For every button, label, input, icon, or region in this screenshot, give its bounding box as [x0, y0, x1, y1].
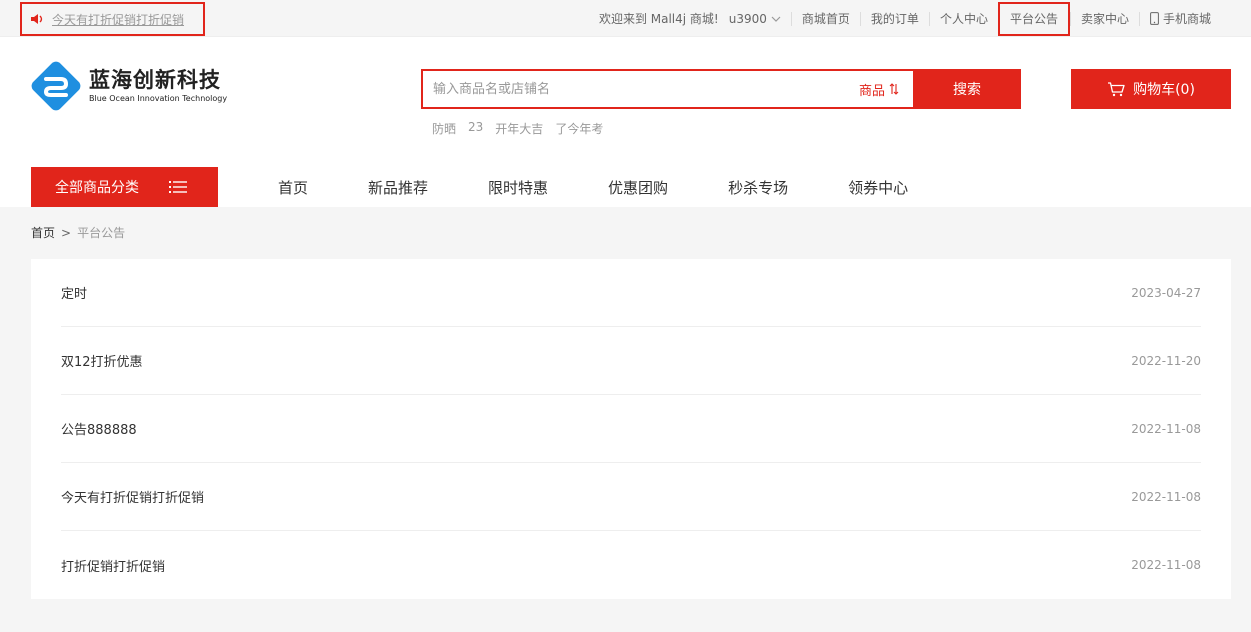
username[interactable]: u3900	[729, 12, 767, 26]
search-type-toggle[interactable]: 商品	[859, 80, 913, 99]
main-nav: 首页 新品推荐 限时特惠 优惠团购 秒杀专场 领券中心	[248, 167, 938, 207]
search-input[interactable]	[423, 71, 859, 107]
speaker-icon	[31, 14, 43, 24]
nav-new-products[interactable]: 新品推荐	[338, 177, 458, 198]
search-box: 商品	[421, 69, 913, 109]
list-item[interactable]: 今天有打折促销打折促销 2022-11-08	[61, 463, 1201, 531]
notice-title[interactable]: 打折促销打折促销	[61, 556, 165, 575]
hot-keywords: 防晒 23 开年大吉 了今年考	[432, 120, 615, 137]
logo-subtitle: Blue Ocean Innovation Technology	[89, 94, 228, 103]
chevron-down-icon[interactable]	[771, 14, 781, 24]
nav-group-buy[interactable]: 优惠团购	[578, 177, 698, 198]
notice-date: 2022-11-08	[1131, 421, 1201, 436]
top-links: 欢迎来到 Mall4j 商城! u3900 商城首页 我的订单 个人中心 平台公…	[589, 0, 1221, 37]
header: 蓝海创新科技 Blue Ocean Innovation Technology …	[0, 37, 1251, 207]
logo[interactable]: 蓝海创新科技 Blue Ocean Innovation Technology	[31, 61, 227, 111]
swap-icon	[889, 83, 899, 95]
notice-list: 定时 2023-04-27 双12打折优惠 2022-11-20 公告88888…	[31, 259, 1231, 599]
all-categories-button[interactable]: 全部商品分类	[31, 167, 218, 207]
list-item[interactable]: 打折促销打折促销 2022-11-08	[61, 531, 1201, 599]
list-item[interactable]: 定时 2023-04-27	[61, 259, 1201, 327]
notice-date: 2022-11-08	[1131, 489, 1201, 504]
notice-title[interactable]: 公告888888	[61, 419, 137, 438]
hot-keyword[interactable]: 开年大吉	[495, 120, 543, 137]
link-mobile-mall[interactable]: 手机商城	[1140, 10, 1221, 27]
notice-date: 2022-11-08	[1131, 558, 1201, 572]
link-platform-notice[interactable]: 平台公告	[997, 1, 1070, 36]
nav-limited-deals[interactable]: 限时特惠	[458, 177, 578, 198]
hot-keyword[interactable]: 23	[468, 120, 483, 137]
link-user-center[interactable]: 个人中心	[930, 10, 998, 27]
notice-title[interactable]: 双12打折优惠	[61, 351, 143, 370]
hot-keyword[interactable]: 了今年考	[555, 120, 603, 137]
cart-button[interactable]: 购物车(0)	[1071, 69, 1231, 109]
notice-title[interactable]: 今天有打折促销打折促销	[61, 487, 204, 506]
logo-text: 蓝海创新科技 Blue Ocean Innovation Technology	[89, 67, 227, 105]
logo-mark-icon	[31, 61, 81, 111]
breadcrumb: 首页 > 平台公告	[31, 224, 125, 241]
list-item[interactable]: 公告888888 2022-11-08	[61, 395, 1201, 463]
nav-flash-sale[interactable]: 秒杀专场	[698, 177, 818, 198]
notice-ticker[interactable]: 今天有打折促销打折促销	[20, 2, 205, 36]
search-button[interactable]: 搜索	[913, 69, 1021, 109]
notice-date: 2023-04-27	[1131, 285, 1201, 300]
notice-date: 2022-11-20	[1131, 353, 1201, 368]
nav-coupon-center[interactable]: 领券中心	[818, 177, 938, 198]
all-categories-label: 全部商品分类	[55, 180, 139, 196]
notice-title[interactable]: 定时	[61, 283, 87, 302]
cart-icon	[1108, 82, 1125, 97]
link-my-orders[interactable]: 我的订单	[861, 10, 929, 27]
nav-home[interactable]: 首页	[248, 177, 338, 198]
link-mall-home[interactable]: 商城首页	[792, 10, 860, 27]
hot-keyword[interactable]: 防晒	[432, 120, 456, 137]
breadcrumb-home[interactable]: 首页	[31, 224, 55, 241]
welcome-text: 欢迎来到 Mall4j 商城! u3900	[589, 10, 791, 27]
cart-label: 购物车(0)	[1133, 82, 1195, 98]
link-seller-center[interactable]: 卖家中心	[1071, 10, 1139, 27]
breadcrumb-current: 平台公告	[77, 226, 126, 240]
logo-title: 蓝海创新科技	[89, 68, 221, 92]
menu-icon	[169, 181, 187, 193]
top-bar: 今天有打折促销打折促销 欢迎来到 Mall4j 商城! u3900 商城首页 我…	[0, 0, 1251, 37]
notice-text[interactable]: 今天有打折促销打折促销	[52, 11, 184, 28]
search-bar: 商品 搜索	[421, 69, 1021, 109]
breadcrumb-separator: >	[61, 225, 72, 240]
list-item[interactable]: 双12打折优惠 2022-11-20	[61, 327, 1201, 395]
phone-icon	[1150, 12, 1159, 25]
